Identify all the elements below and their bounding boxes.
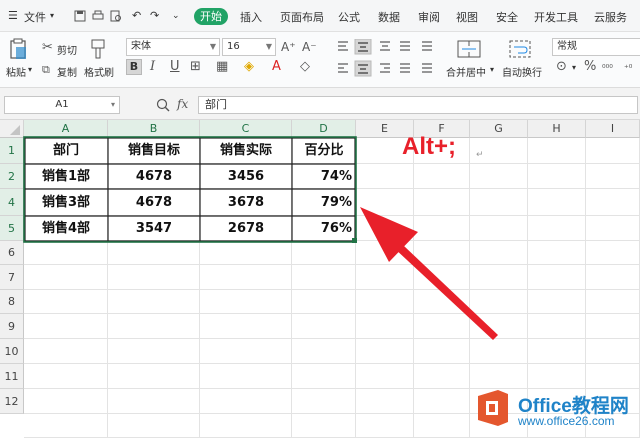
arrow-icon — [360, 207, 498, 340]
office-logo — [478, 390, 508, 426]
watermark-url: www.office26.com — [518, 414, 615, 428]
